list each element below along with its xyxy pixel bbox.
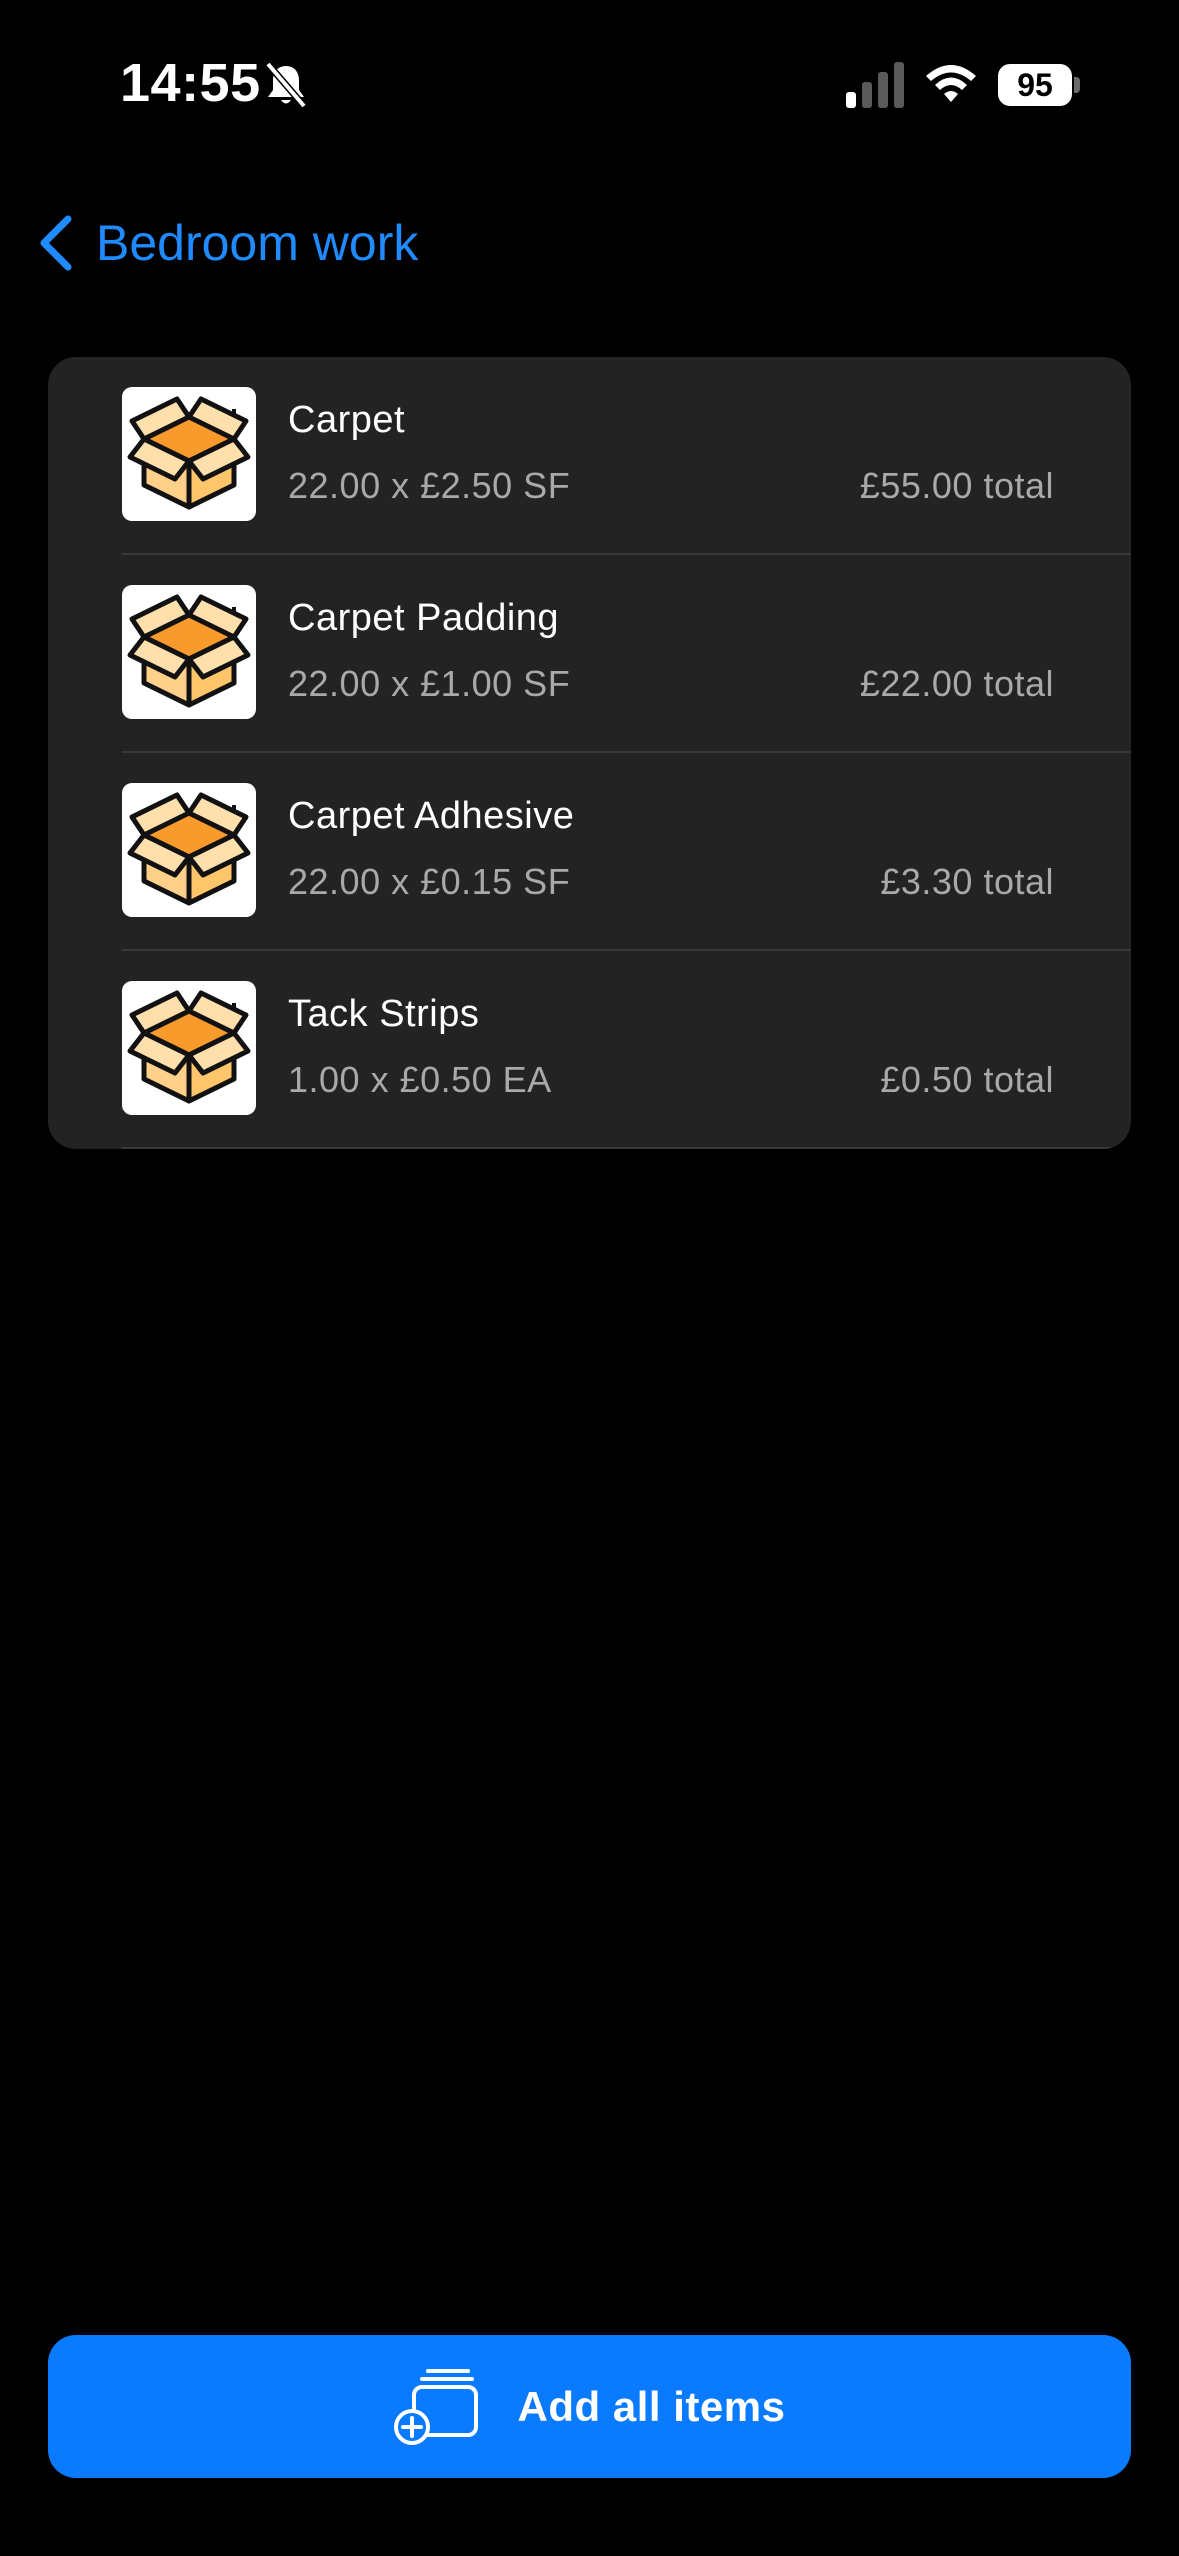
item-quantity: 22.00 x £0.15 SF [288,861,571,902]
back-label: Bedroom work [96,215,419,271]
add-stack-icon [393,2368,478,2445]
add-all-items-button[interactable]: Add all items [48,2335,1131,2478]
item-quantity: 22.00 x £1.00 SF [288,663,571,704]
cellular-signal-icon [846,62,904,108]
list-item[interactable]: Carpet 22.00 x £2.50 SF £55.00 total [48,357,1131,555]
chevron-left-icon [40,215,72,271]
box-icon [122,585,256,719]
box-icon [122,981,256,1115]
divider [122,1147,1131,1149]
box-icon [122,783,256,917]
status-time: 14:55 [120,53,261,113]
item-quantity: 22.00 x £2.50 SF [288,465,571,506]
battery-tip [1074,77,1080,93]
box-icon [122,387,256,521]
wifi-icon [926,65,976,102]
list-item[interactable]: Tack Strips 1.00 x £0.50 EA £0.50 total [48,951,1131,1149]
add-all-items-label: Add all items [517,2382,786,2430]
item-total: £55.00 total [859,465,1054,506]
back-button[interactable]: Bedroom work [36,208,418,278]
item-name: Carpet [288,399,406,441]
list-item[interactable]: Carpet Adhesive 22.00 x £0.15 SF £3.30 t… [48,753,1131,951]
status-bar: 14:55 95 [0,0,1179,160]
items-list: Carpet 22.00 x £2.50 SF £55.00 total Car… [48,357,1131,1149]
bell-slash-icon [265,61,307,109]
item-total: £3.30 total [880,861,1054,902]
item-name: Carpet Adhesive [288,795,575,837]
item-total: £0.50 total [880,1059,1054,1100]
list-item[interactable]: Carpet Padding 22.00 x £1.00 SF £22.00 t… [48,555,1131,753]
battery-level: 95 [998,64,1072,106]
item-total: £22.00 total [859,663,1054,704]
item-name: Tack Strips [288,993,480,1035]
item-quantity: 1.00 x £0.50 EA [288,1059,552,1100]
item-name: Carpet Padding [288,597,560,639]
battery-icon: 95 [998,64,1080,106]
